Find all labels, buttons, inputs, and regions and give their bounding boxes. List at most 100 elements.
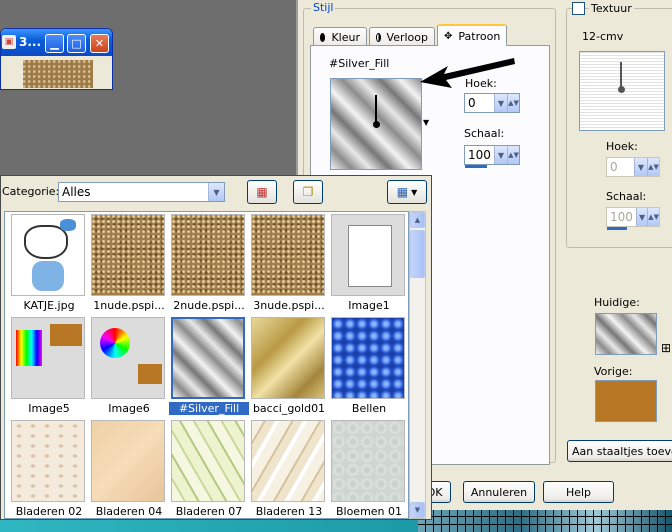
pattern-dots-icon: ✥ xyxy=(444,30,453,42)
scale-slider-bar[interactable] xyxy=(465,165,487,168)
pattern-grid: KATJE.jpg 1nude.pspi... 2nude.pspi... 3n… xyxy=(4,211,409,519)
pattern-thumbnail-nude xyxy=(251,214,325,296)
cancel-button[interactable]: Annuleren xyxy=(463,481,535,503)
angle-center-dot xyxy=(373,121,380,128)
pattern-thumbnail-katje xyxy=(11,214,85,296)
tab-gradient-label: Verloop xyxy=(386,30,428,44)
pattern-item[interactable]: KATJE.jpg xyxy=(9,214,89,317)
pattern-caption: Image6 xyxy=(108,402,150,415)
background-tile-strip xyxy=(418,510,672,532)
grid-view-icon: ▦ xyxy=(396,185,409,199)
scale-value[interactable]: 100 xyxy=(465,146,494,164)
pattern-thumbnail-screenshot xyxy=(11,317,85,399)
pattern-thumbnail-screenshot xyxy=(331,214,405,296)
pattern-caption: 3nude.pspi... xyxy=(253,299,325,312)
angle-center-dot xyxy=(618,86,625,93)
pattern-item[interactable]: Bladeren 13 xyxy=(249,420,329,518)
image-window-titlebar[interactable]: ▣ 3... ▁ □ ✕ xyxy=(1,29,112,56)
pattern-item[interactable]: Bladeren 02 xyxy=(9,420,89,518)
palette-icon: ▦ xyxy=(256,185,268,199)
add-to-swatches-button[interactable]: Aan staaltjes toevoegen xyxy=(567,440,672,462)
pattern-caption: Image5 xyxy=(28,402,70,415)
color-picker-screenshot xyxy=(16,330,42,366)
pattern-thumbnail-nude xyxy=(91,214,165,296)
copy-button[interactable]: ❐ xyxy=(293,180,323,204)
tab-gradient[interactable]: Verloop xyxy=(369,27,435,46)
tab-pattern[interactable]: ✥ Patroon xyxy=(437,24,507,46)
cat-face-icon xyxy=(24,225,68,259)
pattern-thumbnail-leaves xyxy=(251,420,325,502)
view-mode-button[interactable]: ▦ ▼ xyxy=(387,180,427,204)
color-wheel-icon xyxy=(100,328,130,358)
angle-value[interactable]: 0 xyxy=(465,94,494,112)
app-icon: ▣ xyxy=(2,35,16,49)
pattern-caption: KATJE.jpg xyxy=(23,299,75,312)
texture-scale-slider-bar[interactable] xyxy=(607,227,627,230)
close-icon[interactable]: ✕ xyxy=(90,34,109,53)
minimize-icon[interactable]: ▁ xyxy=(45,34,64,53)
pattern-thumbnail-silver xyxy=(171,317,245,399)
pattern-grid-scrollbar[interactable]: ▲ ▼ xyxy=(409,211,426,519)
category-value: Alles xyxy=(62,185,91,199)
chevron-down-icon[interactable]: ▼ xyxy=(635,208,648,226)
previous-swatch[interactable] xyxy=(595,380,657,422)
texture-scale-stepper[interactable]: 100 ▼ ▲▼ xyxy=(606,207,660,227)
grid-icon[interactable]: ⊞ xyxy=(661,341,671,355)
pattern-item[interactable]: Image1 xyxy=(329,214,408,317)
pattern-item[interactable]: Bellen xyxy=(329,317,408,420)
maximize-icon[interactable]: □ xyxy=(67,34,86,53)
texture-scale-label: Schaal: xyxy=(606,190,647,203)
up-down-icon[interactable]: ▲▼ xyxy=(647,158,659,176)
pattern-item[interactable]: 2nude.pspi... xyxy=(169,214,249,317)
pattern-item[interactable]: 1nude.pspi... xyxy=(89,214,169,317)
pattern-caption: Bladeren 13 xyxy=(255,505,323,518)
pattern-item[interactable]: Image6 xyxy=(89,317,169,420)
brown-swatch xyxy=(50,324,82,346)
tab-pattern-label: Patroon xyxy=(458,29,501,43)
pattern-thumbnail-leaves xyxy=(91,420,165,502)
chevron-down-icon[interactable]: ▼ xyxy=(634,158,647,176)
texture-scale-value[interactable]: 100 xyxy=(607,208,636,226)
half-circle-icon xyxy=(376,32,381,42)
pattern-grid-inner: KATJE.jpg 1nude.pspi... 2nude.pspi... 3n… xyxy=(9,214,408,518)
pattern-item[interactable]: Bloemen 01 xyxy=(329,420,408,518)
chevron-down-icon[interactable]: ▼ xyxy=(494,94,507,112)
pattern-item[interactable]: bacci_gold01 xyxy=(249,317,329,420)
style-group-label: Stijl xyxy=(311,1,336,14)
chevron-down-icon[interactable]: ▼ xyxy=(494,146,507,164)
texture-angle-label: Hoek: xyxy=(606,140,638,153)
pattern-item[interactable]: Bladeren 07 xyxy=(169,420,249,518)
scale-stepper[interactable]: 100 ▼ ▲▼ xyxy=(464,145,520,165)
pattern-item[interactable]: Bladeren 04 xyxy=(89,420,169,518)
texture-label[interactable]: Textuur xyxy=(589,2,634,15)
pattern-item[interactable]: Image5 xyxy=(9,317,89,420)
texture-angle-value[interactable]: 0 xyxy=(607,158,634,176)
pattern-item-selected[interactable]: #Silver_Fill xyxy=(169,317,249,420)
pattern-dropdown-arrow-icon[interactable]: ▼ xyxy=(423,118,429,127)
scroll-down-icon[interactable]: ▼ xyxy=(410,502,425,518)
up-down-icon[interactable]: ▲▼ xyxy=(507,146,519,164)
up-down-icon[interactable]: ▲▼ xyxy=(647,208,659,226)
up-down-icon[interactable]: ▲▼ xyxy=(507,94,519,112)
scroll-thumb[interactable] xyxy=(410,230,425,278)
pattern-preview[interactable] xyxy=(330,78,422,170)
pattern-caption: bacci_gold01 xyxy=(252,402,326,415)
current-swatch[interactable] xyxy=(595,313,657,355)
browse-options-button[interactable]: ▦ xyxy=(247,180,277,204)
texture-angle-stepper[interactable]: 0 ▼ ▲▼ xyxy=(606,157,660,177)
category-select[interactable]: Alles ▼ xyxy=(58,182,225,202)
angle-stepper[interactable]: 0 ▼ ▲▼ xyxy=(464,93,520,113)
image-window[interactable]: ▣ 3... ▁ □ ✕ xyxy=(0,28,113,90)
help-button[interactable]: Help xyxy=(543,481,614,503)
pattern-caption: 2nude.pspi... xyxy=(173,299,245,312)
tab-color[interactable]: Kleur xyxy=(313,27,367,46)
image-canvas[interactable] xyxy=(23,60,93,88)
chevron-down-icon[interactable]: ▼ xyxy=(208,183,224,201)
texture-preview[interactable] xyxy=(579,51,665,131)
pattern-item[interactable]: 3nude.pspi... xyxy=(249,214,329,317)
scale-label: Schaal: xyxy=(464,127,505,140)
pattern-caption: Bloemen 01 xyxy=(335,505,403,518)
texture-checkbox[interactable] xyxy=(572,2,585,15)
scroll-up-icon[interactable]: ▲ xyxy=(410,212,425,228)
pattern-thumbnail-flowers xyxy=(331,420,405,502)
